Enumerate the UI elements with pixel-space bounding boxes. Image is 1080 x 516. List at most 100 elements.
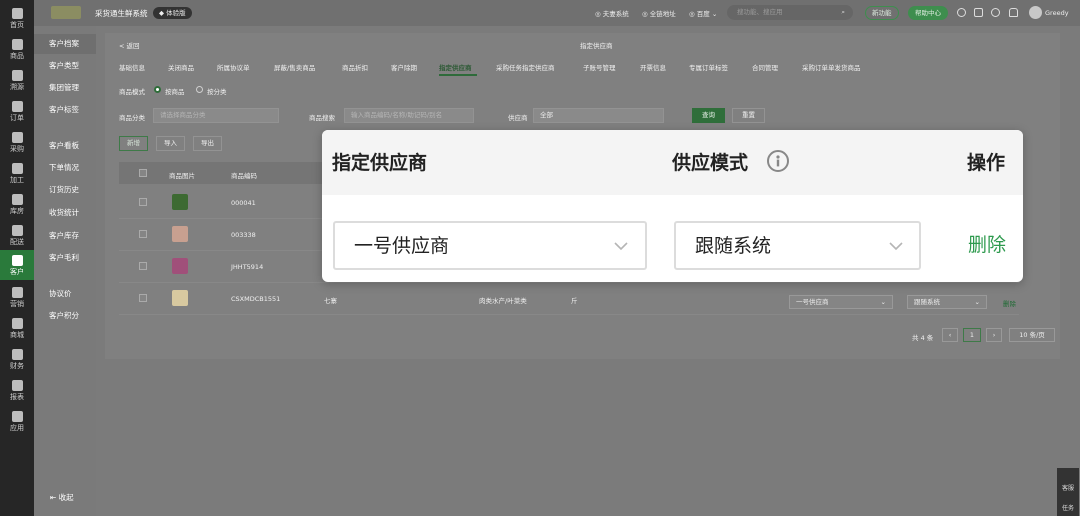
subnav-item-0[interactable]: 客户档案 (34, 34, 96, 54)
rail-item-13[interactable]: 应用 (0, 406, 34, 436)
subnav-item-1[interactable]: 客户类型 (34, 56, 96, 76)
subnav-item-8[interactable]: 客户库存 (34, 226, 96, 246)
supplier-label: 供应商 (508, 114, 528, 122)
bell-icon[interactable] (1009, 8, 1018, 17)
tab-12[interactable]: 采购订单单发货商品 (802, 62, 861, 72)
collapse-sidebar-button[interactable]: ⇤ 收起 (50, 492, 74, 503)
rail-item-10[interactable]: 商城 (0, 313, 34, 343)
finance-icon (11, 348, 23, 360)
rail-item-11[interactable]: 财务 (0, 344, 34, 374)
row-divider (119, 282, 1019, 283)
page-size-select[interactable]: 10 条/页 (1009, 328, 1055, 342)
system-name: 采货通生鲜系统 (95, 9, 148, 18)
rail-item-2[interactable]: 溯源 (0, 65, 34, 95)
supplier-filter-value: 全部 (540, 111, 553, 119)
product-unit: 斤 (571, 297, 578, 305)
subnav-item-9[interactable]: 客户毛利 (34, 248, 96, 268)
rail-item-4[interactable]: 采购 (0, 127, 34, 157)
tab-6[interactable]: 指定供应商 (439, 62, 472, 72)
tab-3[interactable]: 屏蔽/售卖商品 (274, 62, 315, 72)
tab-7[interactable]: 采购任务指定供应商 (496, 62, 555, 72)
zoom-supplier-select[interactable]: 一号供应商 (333, 221, 647, 270)
row-checkbox[interactable] (139, 198, 147, 206)
avatar[interactable] (1029, 6, 1042, 19)
mode-option-0[interactable]: 按商品 (165, 86, 185, 96)
reset-button[interactable]: 重置 (732, 108, 765, 123)
rail-item-7[interactable]: 配送 (0, 220, 34, 250)
rail-item-12[interactable]: 报表 (0, 375, 34, 405)
subnav-item-10[interactable]: 协议价 (34, 284, 96, 304)
rail-item-6[interactable]: 库房 (0, 189, 34, 219)
share-icon[interactable] (991, 8, 1000, 17)
subnav-item-5[interactable]: 下单情况 (34, 158, 96, 178)
customer-service-button[interactable]: 客服 (1057, 468, 1079, 494)
rail-item-9[interactable]: 营销 (0, 282, 34, 312)
subnav-item-2[interactable]: 集团管理 (34, 78, 96, 98)
zoom-delete-link[interactable]: 删除 (968, 232, 1006, 258)
supplier-filter-select[interactable]: 全部 (533, 108, 664, 123)
category-select[interactable]: 请选择商品分类 (153, 108, 279, 123)
tasks-button[interactable]: 任务 (1057, 494, 1079, 516)
mode-radio-by-goods[interactable] (154, 86, 161, 93)
zoom-mode-select[interactable]: 跟随系统 (674, 221, 921, 270)
rail-item-3[interactable]: 订单 (0, 96, 34, 126)
subnav-item-6[interactable]: 订货历史 (34, 180, 96, 200)
row-checkbox[interactable] (139, 230, 147, 238)
next-page-button[interactable]: › (986, 328, 1002, 342)
row-supplier-select[interactable]: 一号供应商 ⌄ (789, 295, 893, 309)
rail-item-label: 商品 (10, 51, 24, 60)
prev-page-button[interactable]: ‹ (942, 328, 958, 342)
help-center-button[interactable]: 帮助中心 (908, 6, 948, 20)
col-header-image: 商品图片 (169, 172, 195, 180)
subnav-item-3[interactable]: 客户标签 (34, 100, 96, 120)
top-link-1[interactable]: ◎ 全链地址 (642, 8, 676, 18)
tab-10[interactable]: 专属订单标签 (689, 62, 728, 72)
global-search-input[interactable]: 搜功能、搜应用 ⌕ (727, 5, 853, 20)
rail-item-0[interactable]: 首页 (0, 3, 34, 33)
settings-icon[interactable] (957, 8, 966, 17)
info-icon[interactable] (767, 150, 789, 172)
marketing-icon (11, 286, 23, 298)
mode-option-1[interactable]: 按分类 (207, 86, 227, 96)
goods-search-input[interactable]: 输入商品编码/名称/助记码/别名 (344, 108, 474, 123)
new-feature-button[interactable]: 新功能 (865, 6, 899, 20)
row-checkbox[interactable] (139, 262, 147, 270)
back-link[interactable]: < 返回 (119, 40, 140, 50)
tab-5[interactable]: 客户除期 (391, 62, 417, 72)
rail-item-1[interactable]: 商品 (0, 34, 34, 64)
product-code: 000041 (231, 199, 256, 207)
export-button[interactable]: 导出 (193, 136, 222, 151)
row-checkbox[interactable] (139, 294, 147, 302)
row-delete-link[interactable]: 删除 (1003, 298, 1016, 308)
grid-icon[interactable] (974, 8, 983, 17)
rail-item-5[interactable]: 加工 (0, 158, 34, 188)
subnav-item-7[interactable]: 收货统计 (34, 203, 96, 223)
subnav-item-11[interactable]: 客户积分 (34, 306, 96, 326)
tab-4[interactable]: 商品折扣 (342, 62, 368, 72)
mall-icon (11, 317, 23, 329)
env-badge[interactable]: ◆ 体验版 (153, 7, 192, 19)
tab-8[interactable]: 子账号管理 (583, 62, 616, 72)
top-link-2[interactable]: ◎ 百度 ⌄ (689, 8, 717, 18)
mode-radio-by-category[interactable] (196, 86, 203, 93)
subnav-item-4[interactable]: 客户看板 (34, 136, 96, 156)
rail-item-label: 客户 (10, 267, 24, 276)
tab-2[interactable]: 所属协议单 (217, 62, 250, 72)
select-all-checkbox[interactable] (139, 169, 147, 177)
import-button[interactable]: 导入 (156, 136, 185, 151)
top-link-0[interactable]: ◎ 夫妻系统 (595, 8, 629, 18)
tab-1[interactable]: 关闭商品 (168, 62, 194, 72)
rail-item-label: 报表 (10, 392, 24, 401)
page-number-button[interactable]: 1 (963, 328, 981, 342)
add-button[interactable]: 新增 (119, 136, 148, 151)
query-button[interactable]: 查询 (692, 108, 725, 123)
tab-0[interactable]: 基础信息 (119, 62, 145, 72)
rail-item-8[interactable]: 客户 (0, 250, 34, 280)
tab-11[interactable]: 合同管理 (752, 62, 778, 72)
username[interactable]: Greedy (1045, 9, 1069, 17)
tab-9[interactable]: 开票信息 (640, 62, 666, 72)
zoom-supplier-value: 一号供应商 (354, 235, 450, 257)
row-mode-select[interactable]: 跟随系统 ⌄ (907, 295, 987, 309)
rail-item-label: 应用 (10, 423, 24, 432)
brand-logo (51, 6, 81, 19)
